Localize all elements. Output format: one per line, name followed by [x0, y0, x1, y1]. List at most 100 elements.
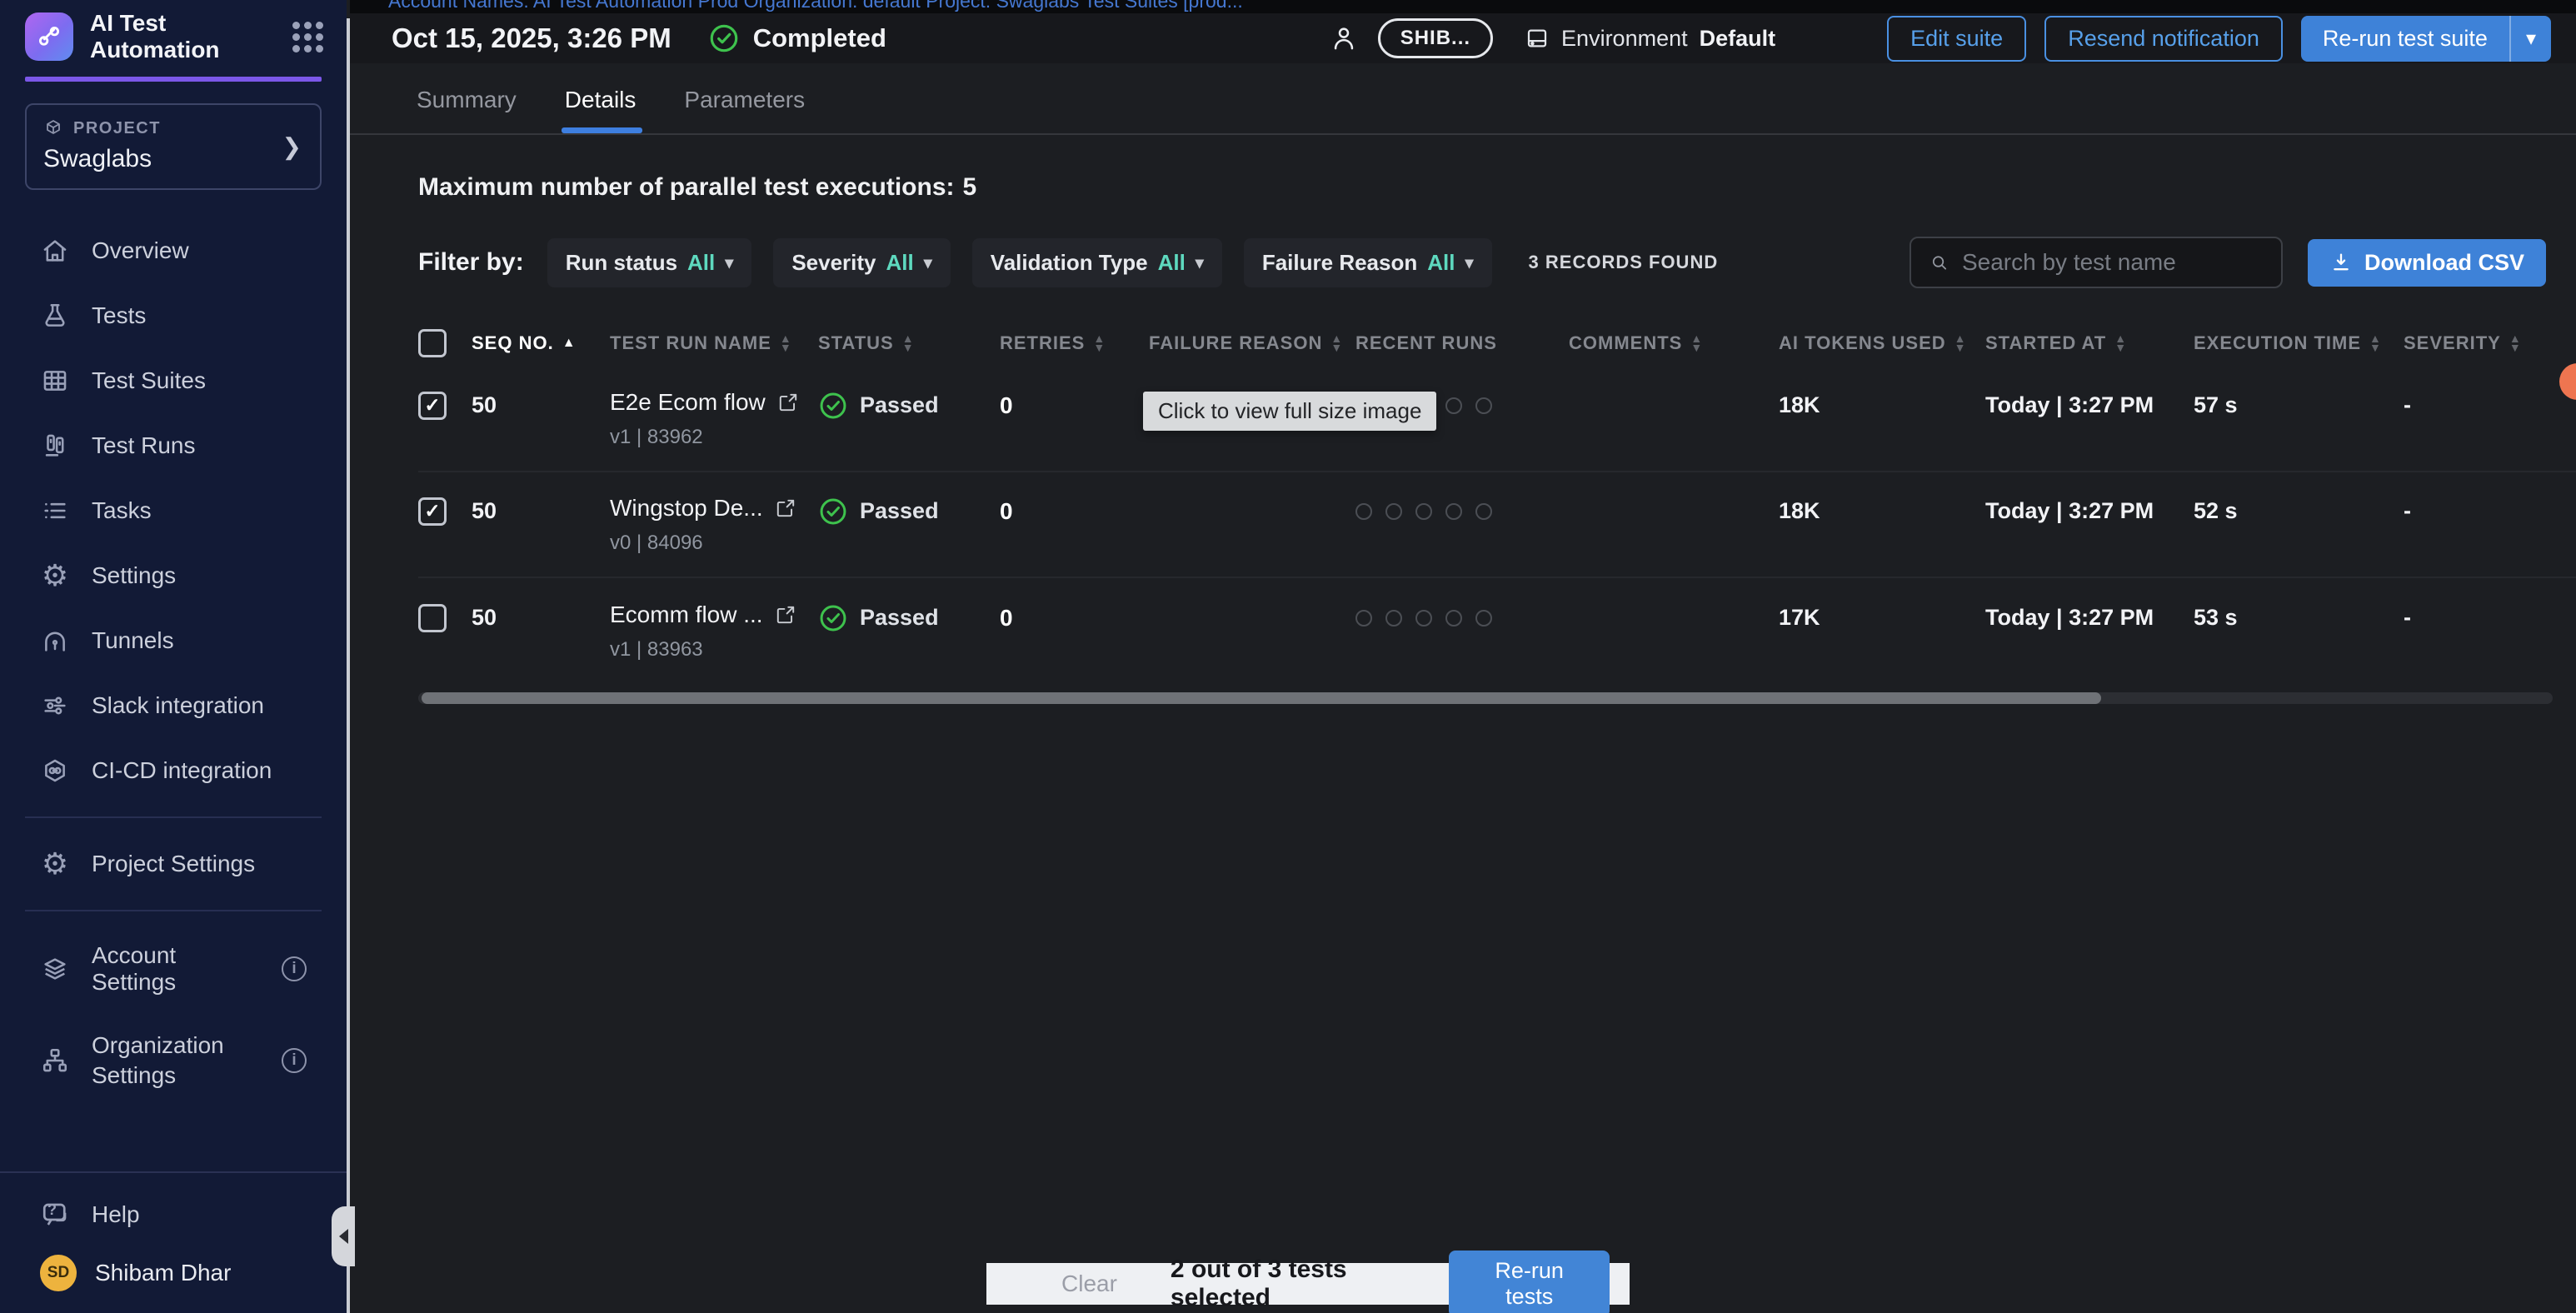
tab-parameters[interactable]: Parameters: [684, 87, 805, 133]
environment-label: Environment: [1561, 26, 1688, 52]
run-dot[interactable]: [1475, 503, 1492, 520]
person-icon: [1330, 24, 1358, 52]
chevron-right-icon: ❯: [282, 133, 302, 161]
sidebar-item-cicd-integration[interactable]: CI-CD integration: [0, 738, 347, 803]
status-cell: Passed: [818, 603, 1000, 633]
info-icon[interactable]: i: [282, 1048, 307, 1073]
sidebar-item-settings[interactable]: ⚙ Settings: [0, 543, 347, 608]
sort-icon[interactable]: ▲▼: [1093, 334, 1106, 352]
environment-value: Default: [1700, 26, 1776, 52]
download-csv-button[interactable]: Download CSV: [2308, 239, 2546, 287]
app-switcher-grid-icon[interactable]: [292, 22, 323, 52]
severity: -: [2404, 498, 2529, 524]
home-icon: [40, 236, 70, 266]
test-run-name-cell: E2e Ecom flow v1 | 83962: [610, 389, 818, 449]
test-run-name[interactable]: E2e Ecom flow: [610, 389, 766, 416]
filter-run-status[interactable]: Run statusAll▾: [547, 238, 752, 287]
rerun-test-suite-button[interactable]: Re-run test suite ▾: [2301, 16, 2551, 62]
sort-icon[interactable]: ▲▼: [902, 334, 915, 352]
sidebar-item-test-suites[interactable]: Test Suites: [0, 348, 347, 413]
search-box: [1910, 237, 2283, 288]
sidebar-item-tasks[interactable]: Tasks: [0, 478, 347, 543]
sidebar-item-account-settings[interactable]: Account Settings i: [0, 925, 347, 1013]
divider: [25, 910, 322, 911]
run-dot[interactable]: [1385, 503, 1402, 520]
run-dot[interactable]: [1355, 610, 1372, 627]
run-dot[interactable]: [1385, 610, 1402, 627]
test-run-name[interactable]: Ecomm flow ...: [610, 602, 763, 628]
status-text: Completed: [753, 23, 886, 53]
sidebar-item-help[interactable]: ? Help: [0, 1191, 347, 1238]
select-all-checkbox[interactable]: [418, 329, 447, 357]
run-dot[interactable]: [1415, 610, 1432, 627]
sort-icon[interactable]: ▲▼: [1690, 334, 1703, 352]
sidebar-item-label: Account Settings: [92, 942, 260, 996]
test-run-name[interactable]: Wingstop De...: [610, 495, 763, 522]
edit-suite-button[interactable]: Edit suite: [1887, 16, 2026, 62]
filter-severity[interactable]: SeverityAll▾: [773, 238, 950, 287]
sidebar-item-tests[interactable]: Tests: [0, 283, 347, 348]
external-link-icon[interactable]: [775, 604, 796, 626]
filter-validation-type[interactable]: Validation TypeAll▾: [972, 238, 1222, 287]
user-profile[interactable]: SD Shibam Dhar: [0, 1238, 347, 1291]
tab-summary[interactable]: Summary: [417, 87, 517, 133]
chevron-down-icon[interactable]: ▾: [2511, 16, 2551, 62]
row-checkbox[interactable]: ✓: [418, 497, 447, 526]
sidebar-item-test-runs[interactable]: Test Runs: [0, 413, 347, 478]
sort-icon[interactable]: ▲▼: [1330, 334, 1343, 352]
external-link-icon[interactable]: [775, 497, 796, 519]
environment-group[interactable]: Environment Default: [1525, 26, 1775, 52]
sort-icon[interactable]: ▲▼: [2369, 334, 2382, 352]
sort-icon[interactable]: ▲▼: [780, 334, 792, 352]
sidebar-item-organization-settings[interactable]: Organization Settings i: [0, 1013, 347, 1108]
selection-count-text: 2 out of 3 tests selected: [1171, 1256, 1449, 1312]
retries: 0: [1000, 392, 1149, 419]
sort-asc-icon[interactable]: ▲: [562, 336, 577, 351]
run-dot[interactable]: [1475, 397, 1492, 414]
rerun-tests-button[interactable]: Re-run tests: [1449, 1251, 1610, 1313]
search-input[interactable]: [1962, 249, 2263, 276]
user-chip[interactable]: SHIB...: [1378, 18, 1493, 58]
info-icon[interactable]: i: [282, 956, 307, 981]
run-dot[interactable]: [1355, 503, 1372, 520]
external-link-icon[interactable]: [777, 392, 799, 413]
sort-icon[interactable]: ▲▼: [2509, 334, 2522, 352]
run-dot[interactable]: [1445, 397, 1462, 414]
sidebar-item-project-settings[interactable]: ⚙ Project Settings: [0, 831, 347, 896]
run-dot[interactable]: [1415, 503, 1432, 520]
records-found: 3 RECORDS FOUND: [1529, 252, 1719, 273]
scrollbar-thumb[interactable]: [422, 692, 2101, 704]
sidebar-item-label: Project Settings: [92, 851, 255, 877]
resend-notification-button[interactable]: Resend notification: [2044, 16, 2283, 62]
divider: [25, 816, 322, 818]
tab-details[interactable]: Details: [565, 87, 637, 133]
col-severity: SEVERITY▲▼: [2404, 332, 2529, 354]
started-at: Today | 3:27 PM: [1985, 498, 2194, 524]
row-checkbox[interactable]: ✓: [418, 392, 447, 420]
arrow-left-icon: [339, 1229, 348, 1244]
project-selector[interactable]: PROJECT Swaglabs ❯: [25, 103, 322, 190]
breadcrumb[interactable]: Account Names: AI Test Automation Prod O…: [350, 0, 1243, 12]
sidebar-item-label: CI-CD integration: [92, 757, 272, 784]
slack-icon: [40, 691, 70, 721]
sort-icon[interactable]: ▲▼: [2114, 334, 2127, 352]
severity: -: [2404, 392, 2529, 418]
sidebar-item-overview[interactable]: Overview: [0, 218, 347, 283]
tunnel-icon: [40, 626, 70, 656]
status-text: Passed: [860, 605, 939, 631]
run-dot[interactable]: [1445, 610, 1462, 627]
clear-selection-button[interactable]: Clear: [1061, 1271, 1117, 1297]
sort-icon[interactable]: ▲▼: [1954, 334, 1967, 352]
sidebar-collapse-handle[interactable]: [332, 1206, 355, 1266]
sidebar-item-label: Tests: [92, 302, 146, 329]
status-cell: Passed: [818, 497, 1000, 527]
sidebar-item-slack-integration[interactable]: Slack integration: [0, 673, 347, 738]
row-checkbox[interactable]: [418, 604, 447, 632]
flask-icon: [40, 301, 70, 331]
run-dot[interactable]: [1445, 503, 1462, 520]
run-dot[interactable]: [1475, 610, 1492, 627]
check-circle-icon: [818, 603, 848, 633]
sidebar-item-tunnels[interactable]: Tunnels: [0, 608, 347, 673]
filter-row: Filter by: Run statusAll▾ SeverityAll▾ V…: [350, 237, 2576, 288]
filter-failure-reason[interactable]: Failure ReasonAll▾: [1244, 238, 1492, 287]
